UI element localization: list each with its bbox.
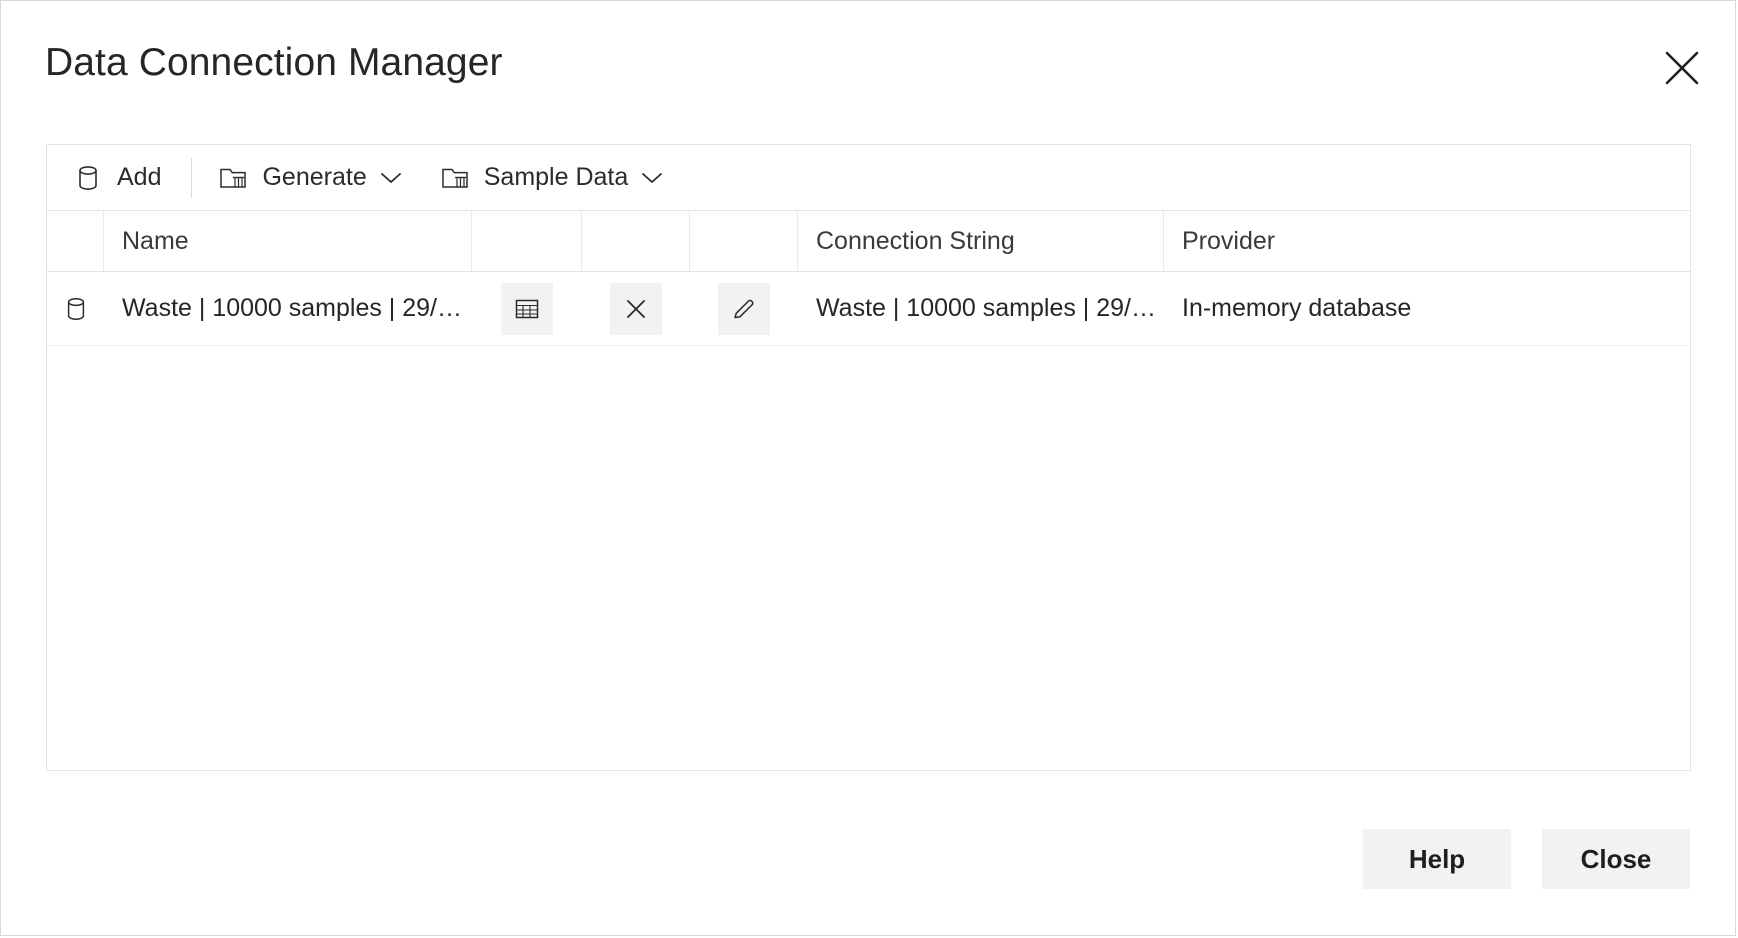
cell-action-preview xyxy=(472,272,582,345)
generate-menu-button[interactable]: Generate xyxy=(218,155,403,201)
connections-toolbar: Add Generate xyxy=(47,145,1690,211)
database-icon xyxy=(73,163,103,193)
sample-data-label: Sample Data xyxy=(484,165,629,190)
column-header-connection-string[interactable]: Connection String xyxy=(798,211,1164,271)
connections-panel: Add Generate xyxy=(46,144,1691,771)
edit-connection-button[interactable] xyxy=(718,283,770,335)
column-header-icon[interactable] xyxy=(47,211,104,271)
close-button[interactable]: Close xyxy=(1542,829,1690,889)
preview-table-button[interactable] xyxy=(501,283,553,335)
delete-connection-button[interactable] xyxy=(610,283,662,335)
chevron-down-icon xyxy=(639,165,665,191)
cell-provider: In-memory database xyxy=(1164,272,1690,345)
table-grid-icon xyxy=(514,296,540,322)
toolbar-divider xyxy=(191,158,192,198)
close-x-icon xyxy=(623,296,649,322)
table-row[interactable]: Waste | 10000 samples | 29/… xyxy=(47,272,1690,346)
folder-table-icon xyxy=(440,163,470,193)
pencil-edit-icon xyxy=(731,296,757,322)
connections-grid: Name Connection String Provider Waste | … xyxy=(47,211,1690,771)
chevron-down-icon xyxy=(378,165,404,191)
grid-header-row: Name Connection String Provider xyxy=(47,211,1690,272)
page-title: Data Connection Manager xyxy=(45,41,503,85)
column-header-action-edit[interactable] xyxy=(690,211,798,271)
close-icon[interactable] xyxy=(1657,43,1707,93)
add-connection-label: Add xyxy=(117,165,161,190)
column-header-provider[interactable]: Provider xyxy=(1164,211,1690,271)
dialog-footer: Help Close xyxy=(1363,829,1690,889)
column-header-name[interactable]: Name xyxy=(104,211,472,271)
column-header-action-delete[interactable] xyxy=(582,211,690,271)
help-button[interactable]: Help xyxy=(1363,829,1511,889)
dialog-titlebar: Data Connection Manager xyxy=(1,1,1735,119)
column-header-action-preview[interactable] xyxy=(472,211,582,271)
cell-name: Waste | 10000 samples | 29/… xyxy=(104,272,472,345)
add-connection-button[interactable]: Add xyxy=(73,155,161,201)
cell-action-delete xyxy=(582,272,690,345)
sample-data-menu-button[interactable]: Sample Data xyxy=(440,155,666,201)
data-connection-manager-dialog: Data Connection Manager Add xyxy=(0,0,1736,936)
cell-action-edit xyxy=(690,272,798,345)
row-database-icon xyxy=(47,272,104,345)
cell-connection-string: Waste | 10000 samples | 29/… xyxy=(798,272,1164,345)
generate-label: Generate xyxy=(262,165,366,190)
folder-table-icon xyxy=(218,163,248,193)
